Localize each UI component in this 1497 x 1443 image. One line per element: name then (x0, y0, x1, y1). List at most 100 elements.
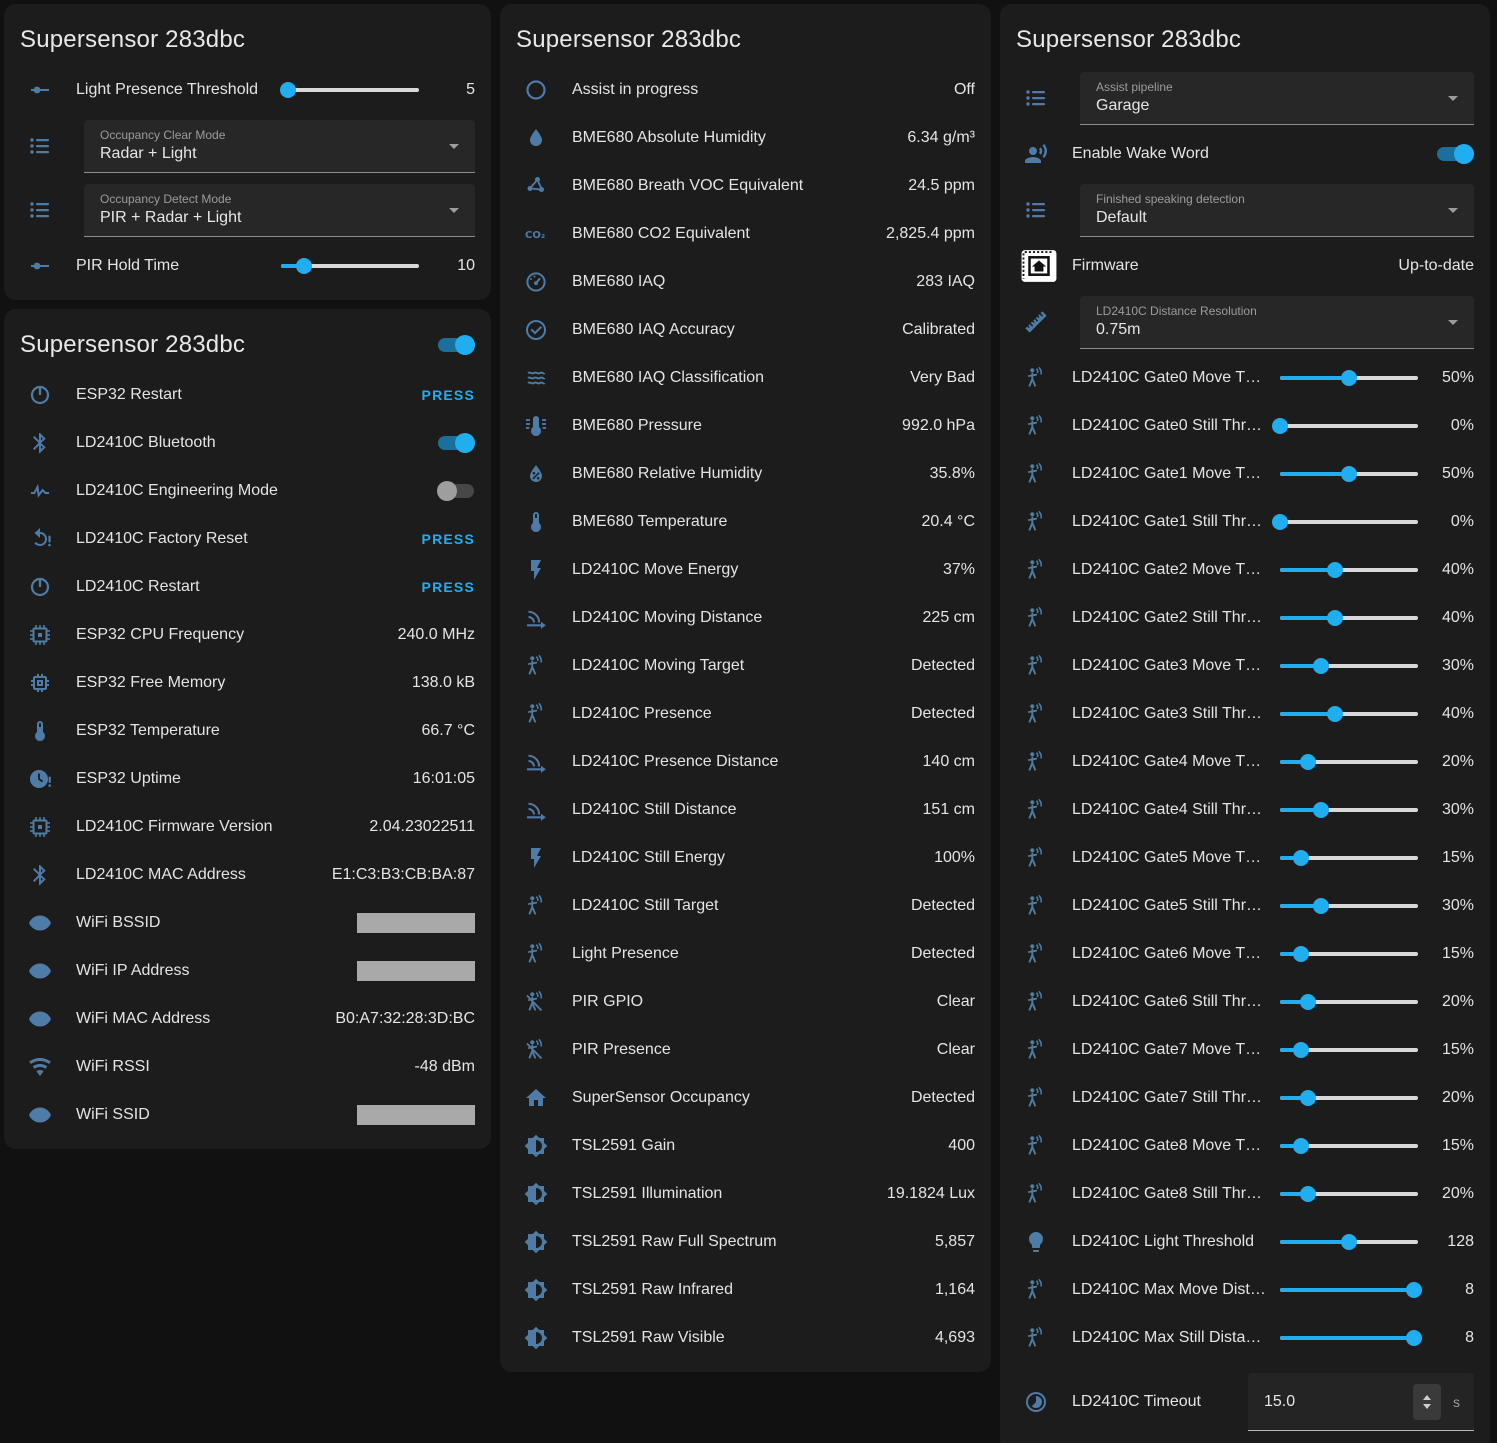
row-bme680-absolute-humidity[interactable]: BME680 Absolute Humidity6.34 g/m³ (500, 114, 991, 162)
press-button[interactable]: PRESS (422, 531, 475, 547)
row-ld2410c-still-target[interactable]: LD2410C Still TargetDetected (500, 882, 991, 930)
slider-thumb[interactable] (1406, 1282, 1422, 1298)
slider-thumb[interactable] (1293, 850, 1309, 866)
row-ld2410c-engineering-mode[interactable]: LD2410C Engineering Mode (4, 467, 491, 515)
slider-thumb[interactable] (1327, 562, 1343, 578)
slider-thumb[interactable] (1341, 466, 1357, 482)
row-esp32-uptime[interactable]: ESP32 Uptime16:01:05 (4, 755, 491, 803)
row-tsl2591-gain[interactable]: TSL2591 Gain400 (500, 1122, 991, 1170)
row-ld2410c-gate5-still-thres[interactable]: LD2410C Gate5 Still Thres…30% (1000, 882, 1490, 930)
row-bme680-pressure[interactable]: BME680 Pressure992.0 hPa (500, 402, 991, 450)
row-firmware[interactable]: FirmwareUp-to-date (1000, 242, 1490, 290)
slider[interactable] (1280, 752, 1418, 772)
toggle[interactable] (1436, 144, 1474, 164)
row-ld2410c-presence-distance[interactable]: LD2410C Presence Distance140 cm (500, 738, 991, 786)
slider[interactable] (1280, 704, 1418, 724)
slider[interactable] (1280, 608, 1418, 628)
row-bme680-iaq-classification[interactable]: BME680 IAQ ClassificationVery Bad (500, 354, 991, 402)
row-tsl2591-raw-full-spectrum[interactable]: TSL2591 Raw Full Spectrum5,857 (500, 1218, 991, 1266)
slider-thumb[interactable] (1327, 706, 1343, 722)
slider[interactable] (1280, 944, 1418, 964)
row-enable-wake-word[interactable]: Enable Wake Word (1000, 130, 1490, 178)
select-ld2410c-distance-resolution[interactable]: LD2410C Distance Resolution0.75m (1080, 296, 1474, 349)
row-ld2410c-moving-distance[interactable]: LD2410C Moving Distance225 cm (500, 594, 991, 642)
row-esp32-temperature[interactable]: ESP32 Temperature66.7 °C (4, 707, 491, 755)
slider[interactable] (1280, 368, 1418, 388)
slider-thumb[interactable] (1300, 754, 1316, 770)
slider-thumb[interactable] (1300, 994, 1316, 1010)
slider[interactable] (1280, 800, 1418, 820)
row-ld2410c-moving-target[interactable]: LD2410C Moving TargetDetected (500, 642, 991, 690)
toggle[interactable] (437, 433, 475, 453)
slider[interactable] (1280, 464, 1418, 484)
row-ld2410c-presence[interactable]: LD2410C PresenceDetected (500, 690, 991, 738)
slider[interactable] (1280, 896, 1418, 916)
press-button[interactable]: PRESS (422, 579, 475, 595)
row-wifi-rssi[interactable]: WiFi RSSI-48 dBm (4, 1043, 491, 1091)
slider-thumb[interactable] (1272, 418, 1288, 434)
row-bme680-breath-voc-equivalent[interactable]: BME680 Breath VOC Equivalent24.5 ppm (500, 162, 991, 210)
row-pir-presence[interactable]: PIR PresenceClear (500, 1026, 991, 1074)
row-light-presence-threshold[interactable]: Light Presence Threshold5 (4, 66, 491, 114)
slider-thumb[interactable] (296, 258, 312, 274)
row-ld2410c-gate8-still-thres[interactable]: LD2410C Gate8 Still Thres…20% (1000, 1170, 1490, 1218)
row-tsl2591-raw-infrared[interactable]: TSL2591 Raw Infrared1,164 (500, 1266, 991, 1314)
row-ld2410c-still-distance[interactable]: LD2410C Still Distance151 cm (500, 786, 991, 834)
slider-thumb[interactable] (1313, 658, 1329, 674)
row-ld2410c-gate7-move-thr[interactable]: LD2410C Gate7 Move Thr…15% (1000, 1026, 1490, 1074)
slider-thumb[interactable] (1300, 1186, 1316, 1202)
slider[interactable] (1280, 1184, 1418, 1204)
card-header-toggle[interactable] (437, 335, 475, 355)
slider[interactable] (1280, 848, 1418, 868)
press-button[interactable]: PRESS (422, 387, 475, 403)
row-bme680-relative-humidity[interactable]: BME680 Relative Humidity35.8% (500, 450, 991, 498)
row-ld2410c-gate0-move-thr[interactable]: LD2410C Gate0 Move Thr…50% (1000, 354, 1490, 402)
number-input[interactable]: 15.0s (1248, 1373, 1474, 1431)
slider[interactable] (1280, 1280, 1418, 1300)
select-occupancy-clear-mode[interactable]: Occupancy Clear ModeRadar + Light (84, 120, 475, 173)
row-ld2410c-gate3-still-thres[interactable]: LD2410C Gate3 Still Thres…40% (1000, 690, 1490, 738)
slider-thumb[interactable] (1313, 898, 1329, 914)
row-tsl2591-illumination[interactable]: TSL2591 Illumination19.1824 Lux (500, 1170, 991, 1218)
select-finished-speaking-detection[interactable]: Finished speaking detectionDefault (1080, 184, 1474, 237)
row-ld2410c-gate4-move-thr[interactable]: LD2410C Gate4 Move Thr…20% (1000, 738, 1490, 786)
slider-thumb[interactable] (1293, 1138, 1309, 1154)
row-tsl2591-raw-visible[interactable]: TSL2591 Raw Visible4,693 (500, 1314, 991, 1362)
slider-thumb[interactable] (1313, 802, 1329, 818)
row-esp32-free-memory[interactable]: ESP32 Free Memory138.0 kB (4, 659, 491, 707)
row-light-presence[interactable]: Light PresenceDetected (500, 930, 991, 978)
slider-thumb[interactable] (1327, 610, 1343, 626)
row-ld2410c-distance-resolution[interactable]: LD2410C Distance Resolution0.75m (1000, 290, 1490, 354)
row-occupancy-clear-mode[interactable]: Occupancy Clear ModeRadar + Light (4, 114, 491, 178)
row-ld2410c-gate1-move-thr[interactable]: LD2410C Gate1 Move Thr…50% (1000, 450, 1490, 498)
slider-thumb[interactable] (1293, 1042, 1309, 1058)
row-ld2410c-gate0-still-thres[interactable]: LD2410C Gate0 Still Thres…0% (1000, 402, 1490, 450)
row-ld2410c-light-threshold[interactable]: LD2410C Light Threshold128 (1000, 1218, 1490, 1266)
row-ld2410c-gate3-move-thr[interactable]: LD2410C Gate3 Move Thr…30% (1000, 642, 1490, 690)
slider[interactable] (1280, 1088, 1418, 1108)
row-ld2410c-bluetooth[interactable]: LD2410C Bluetooth (4, 419, 491, 467)
slider[interactable] (1280, 512, 1418, 532)
row-esp32-restart[interactable]: ESP32 RestartPRESS (4, 371, 491, 419)
row-ld2410c-gate7-still-thres[interactable]: LD2410C Gate7 Still Thres…20% (1000, 1074, 1490, 1122)
slider[interactable] (1280, 1232, 1418, 1252)
row-ld2410c-mac-address[interactable]: LD2410C MAC AddressE1:C3:B3:CB:BA:87 (4, 851, 491, 899)
row-ld2410c-max-still-distanc[interactable]: LD2410C Max Still Distanc…8 (1000, 1314, 1490, 1362)
slider-thumb[interactable] (1272, 514, 1288, 530)
row-pir-gpio[interactable]: PIR GPIOClear (500, 978, 991, 1026)
row-bme680-temperature[interactable]: BME680 Temperature20.4 °C (500, 498, 991, 546)
slider[interactable] (281, 80, 419, 100)
row-wifi-ssid[interactable]: WiFi SSID (4, 1091, 491, 1139)
row-wifi-mac-address[interactable]: WiFi MAC AddressB0:A7:32:28:3D:BC (4, 995, 491, 1043)
row-ld2410c-gate8-move-thr[interactable]: LD2410C Gate8 Move Thr…15% (1000, 1122, 1490, 1170)
slider[interactable] (1280, 560, 1418, 580)
row-ld2410c-gate6-move-thr[interactable]: LD2410C Gate6 Move Thr…15% (1000, 930, 1490, 978)
chevron-down-icon[interactable] (1423, 1404, 1431, 1409)
row-ld2410c-restart[interactable]: LD2410C RestartPRESS (4, 563, 491, 611)
row-esp32-cpu-frequency[interactable]: ESP32 CPU Frequency240.0 MHz (4, 611, 491, 659)
slider-thumb[interactable] (1406, 1330, 1422, 1346)
row-ld2410c-gate6-still-thres[interactable]: LD2410C Gate6 Still Thres…20% (1000, 978, 1490, 1026)
row-occupancy-detect-mode[interactable]: Occupancy Detect ModePIR + Radar + Light (4, 178, 491, 242)
slider[interactable] (1280, 1040, 1418, 1060)
slider-thumb[interactable] (280, 82, 296, 98)
